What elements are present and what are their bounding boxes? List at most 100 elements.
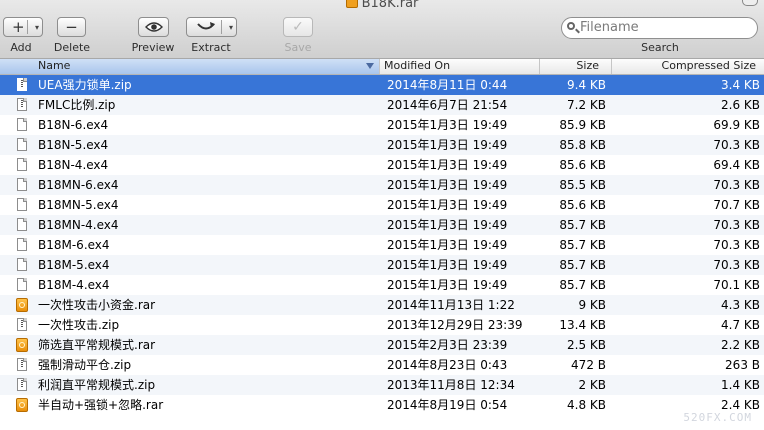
eye-icon (144, 22, 163, 32)
file-size: 7.2 KB (567, 98, 606, 112)
file-size: 85.7 KB (559, 278, 606, 292)
file-name: 强制滑动平仓.zip (38, 358, 132, 372)
file-size: 4.8 KB (567, 398, 606, 412)
file-modified: 2014年8月23日 0:43 (387, 358, 508, 372)
file-size: 85.9 KB (559, 118, 606, 132)
file-row[interactable]: B18M-4.ex4 2015年1月3日 19:49 85.7 KB 70.1 KB (0, 275, 764, 295)
zip-file-icon (17, 318, 27, 331)
file-compressed-size: 2.6 KB (721, 98, 760, 112)
file-size: 85.6 KB (559, 198, 606, 212)
file-modified: 2014年11月13日 1:22 (387, 298, 515, 312)
file-row[interactable]: 半自动+强锁+忽略.rar 2014年8月19日 0:54 4.8 KB 2.4 KB (0, 395, 764, 415)
minus-icon: − (65, 18, 78, 36)
add-button[interactable]: + ▾ (3, 17, 43, 37)
file-row[interactable]: B18MN-4.ex4 2015年1月3日 19:49 85.7 KB 70.3 KB (0, 215, 764, 235)
sort-descending-icon (366, 63, 374, 69)
file-size: 85.5 KB (559, 178, 606, 192)
file-size: 2 KB (578, 378, 606, 392)
zip-file-icon (17, 358, 27, 371)
file-name: B18N-5.ex4 (38, 138, 109, 152)
extract-button[interactable]: ▾ (186, 17, 237, 37)
chevron-down-icon: ▾ (228, 23, 233, 32)
column-header-size[interactable]: Size (540, 59, 612, 74)
document-icon (17, 198, 27, 211)
file-row[interactable]: 一次性攻击小资金.rar 2014年11月13日 1:22 9 KB 4.3 KB (0, 295, 764, 315)
save-button[interactable]: ✓ (283, 17, 313, 37)
delete-label: Delete (53, 41, 91, 54)
file-row[interactable]: B18MN-6.ex4 2015年1月3日 19:49 85.5 KB 70.3 KB (0, 175, 764, 195)
document-icon (17, 258, 27, 271)
preview-button[interactable] (138, 17, 169, 37)
file-row[interactable]: B18N-4.ex4 2015年1月3日 19:49 85.6 KB 69.4 KB (0, 155, 764, 175)
file-size: 85.7 KB (559, 218, 606, 232)
file-name: 一次性攻击小资金.rar (38, 298, 156, 312)
file-size: 85.8 KB (559, 138, 606, 152)
file-modified: 2015年1月3日 19:49 (387, 158, 508, 172)
file-modified: 2015年1月3日 19:49 (387, 178, 508, 192)
save-label: Save (284, 41, 312, 54)
document-icon (17, 218, 27, 231)
file-size: 9 KB (578, 298, 606, 312)
file-modified: 2015年1月3日 19:49 (387, 238, 508, 252)
toolbar-toggle-button[interactable] (742, 0, 758, 6)
file-row[interactable]: UEA强力锁单.zip 2014年8月11日 0:44 9.4 KB 3.4 KB (0, 75, 764, 95)
file-row[interactable]: 利润直平常规模式.zip 2013年11月8日 12:34 2 KB 1.4 KB (0, 375, 764, 395)
file-compressed-size: 70.3 KB (713, 238, 760, 252)
file-compressed-size: 1.4 KB (721, 378, 760, 392)
file-compressed-size: 69.4 KB (713, 158, 760, 172)
file-name: B18M-5.ex4 (38, 258, 110, 272)
document-icon (17, 138, 27, 151)
delete-button[interactable]: − (57, 17, 86, 37)
file-modified: 2015年1月3日 19:49 (387, 278, 508, 292)
column-header-bar: Name Modified On Size Compressed Size (0, 59, 764, 75)
file-name: 半自动+强锁+忽略.rar (38, 398, 164, 412)
column-header-name[interactable]: Name (0, 59, 380, 74)
add-label: Add (10, 41, 32, 54)
column-header-compressed-size[interactable]: Compressed Size (612, 59, 764, 74)
file-modified: 2013年11月8日 12:34 (387, 378, 515, 392)
file-row[interactable]: 一次性攻击.zip 2013年12月29日 23:39 13.4 KB 4.7 KB (0, 315, 764, 335)
document-icon (17, 238, 27, 251)
file-compressed-size: 4.7 KB (721, 318, 760, 332)
chevron-down-icon: ▾ (34, 23, 39, 32)
file-list: UEA强力锁单.zip 2014年8月11日 0:44 9.4 KB 3.4 KB FM… (0, 75, 764, 415)
document-icon (17, 158, 27, 171)
column-header-modified[interactable]: Modified On (380, 59, 540, 74)
preview-label: Preview (131, 41, 175, 54)
file-size: 9.4 KB (567, 78, 606, 92)
file-compressed-size: 70.3 KB (713, 138, 760, 152)
file-compressed-size: 2.2 KB (721, 338, 760, 352)
file-row[interactable]: B18N-5.ex4 2015年1月3日 19:49 85.8 KB 70.3 KB (0, 135, 764, 155)
file-modified: 2015年1月3日 19:49 (387, 258, 508, 272)
file-modified: 2015年1月3日 19:49 (387, 138, 508, 152)
file-name: B18M-6.ex4 (38, 238, 110, 252)
zip-file-icon (17, 98, 27, 111)
rar-archive-icon (345, 0, 358, 8)
file-modified: 2015年2月3日 23:39 (387, 338, 508, 352)
file-row[interactable]: B18M-6.ex4 2015年1月3日 19:49 85.7 KB 70.3 KB (0, 235, 764, 255)
document-icon (17, 178, 27, 191)
window-title: B18K.rar (0, 0, 764, 11)
document-icon (17, 278, 27, 291)
zip-file-icon (17, 78, 27, 91)
watermark: 520FX.COM (683, 411, 752, 424)
search-field[interactable]: Filename (561, 17, 758, 39)
file-row[interactable]: B18MN-5.ex4 2015年1月3日 19:49 85.6 KB 70.7 KB (0, 195, 764, 215)
rar-archive-icon (16, 298, 28, 312)
rar-archive-icon (16, 398, 28, 412)
file-row[interactable]: B18M-5.ex4 2015年1月3日 19:49 85.7 KB 70.3 KB (0, 255, 764, 275)
file-row[interactable]: 强制滑动平仓.zip 2014年8月23日 0:43 472 B 263 B (0, 355, 764, 375)
file-modified: 2015年1月3日 19:49 (387, 198, 508, 212)
file-modified: 2015年1月3日 19:49 (387, 218, 508, 232)
file-row[interactable]: B18N-6.ex4 2015年1月3日 19:49 85.9 KB 69.9 KB (0, 115, 764, 135)
file-name: B18N-6.ex4 (38, 118, 109, 132)
file-name: B18M-4.ex4 (38, 278, 110, 292)
file-size: 472 B (571, 358, 606, 372)
file-row[interactable]: FMLC比例.zip 2014年6月7日 21:54 7.2 KB 2.6 KB (0, 95, 764, 115)
window-toolbar: B18K.rar + ▾ Add − Delete Preview ▾ Extr… (0, 0, 764, 59)
file-size: 85.6 KB (559, 158, 606, 172)
file-size: 85.7 KB (559, 258, 606, 272)
file-size: 85.7 KB (559, 238, 606, 252)
file-row[interactable]: 筛选直平常规模式.rar 2015年2月3日 23:39 2.5 KB 2.2 KB (0, 335, 764, 355)
file-name: FMLC比例.zip (38, 98, 116, 112)
